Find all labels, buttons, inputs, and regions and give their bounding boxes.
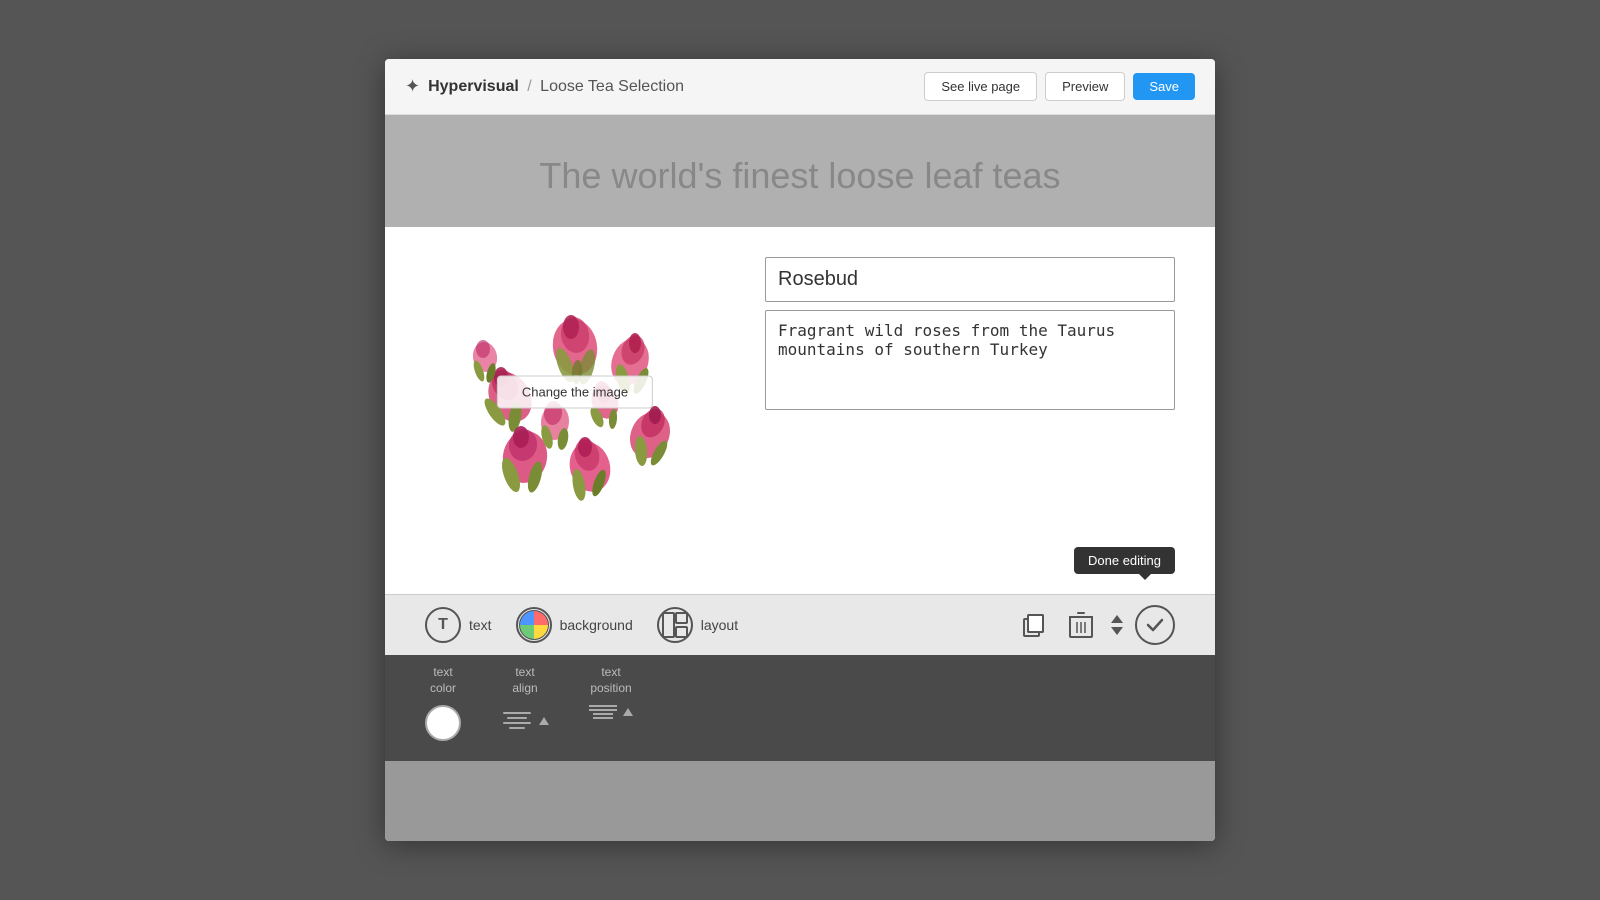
move-up-arrow[interactable] — [1111, 615, 1123, 623]
header-left: ✦ Hypervisual / Loose Tea Selection — [405, 76, 684, 97]
done-editing-row: Done editing — [425, 547, 1175, 574]
image-container: Change the image — [425, 257, 725, 527]
copy-button[interactable] — [1015, 607, 1051, 643]
move-down-arrow[interactable] — [1111, 627, 1123, 635]
logo-icon: ✦ — [405, 76, 420, 97]
product-row: Change the image Fragrant wild roses fro… — [425, 257, 1175, 527]
header-buttons: See live page Preview Save — [924, 72, 1195, 101]
position-up-button[interactable] — [623, 708, 633, 716]
layout-tool-icon — [657, 607, 693, 643]
text-tool-icon: T — [425, 607, 461, 643]
toolbar-layout-item[interactable]: layout — [657, 607, 738, 643]
position-icon[interactable] — [589, 705, 617, 719]
text-position-group — [589, 705, 633, 719]
text-align-label: textalign — [512, 665, 537, 696]
toolbar: T text background — [385, 594, 1215, 655]
hero-section: The world's finest loose leaf teas — [385, 115, 1215, 227]
app-name: Hypervisual — [428, 78, 519, 95]
text-position-label: textposition — [590, 665, 631, 696]
text-fields: Fragrant wild roses from the Taurus moun… — [765, 257, 1175, 410]
done-button[interactable] — [1135, 605, 1175, 645]
product-description-textarea[interactable]: Fragrant wild roses from the Taurus moun… — [765, 310, 1175, 410]
reorder-arrows[interactable] — [1111, 615, 1123, 635]
toolbar-text-item[interactable]: T text — [425, 607, 492, 643]
toolbar-right — [1015, 605, 1175, 645]
save-button[interactable]: Save — [1133, 73, 1195, 100]
page-name: Loose Tea Selection — [540, 78, 684, 95]
hero-title: The world's finest loose leaf teas — [405, 155, 1195, 197]
text-align-item: textalign — [501, 665, 549, 736]
sub-toolbar: textcolor textalign textposition — [385, 655, 1215, 760]
text-align-group — [501, 705, 549, 737]
header-title: Hypervisual / Loose Tea Selection — [428, 78, 684, 96]
product-title-input[interactable] — [765, 257, 1175, 302]
align-center-icon[interactable] — [501, 705, 533, 737]
bottom-area — [385, 761, 1215, 841]
background-tool-icon — [516, 607, 552, 643]
text-color-swatch[interactable] — [425, 705, 461, 741]
text-color-label: textcolor — [430, 665, 456, 696]
align-up-button[interactable] — [539, 717, 549, 725]
change-image-button[interactable]: Change the image — [497, 376, 653, 409]
see-live-page-button[interactable]: See live page — [924, 72, 1037, 101]
header: ✦ Hypervisual / Loose Tea Selection See … — [385, 59, 1215, 115]
toolbar-left: T text background — [425, 607, 738, 643]
text-color-item: textcolor — [425, 665, 461, 740]
toolbar-text-label: text — [469, 617, 492, 633]
separator: / — [527, 78, 531, 95]
done-editing-tooltip: Done editing — [1074, 547, 1175, 574]
content-section: Change the image Fragrant wild roses fro… — [385, 227, 1215, 594]
app-window: ✦ Hypervisual / Loose Tea Selection See … — [385, 59, 1215, 840]
preview-button[interactable]: Preview — [1045, 72, 1125, 101]
toolbar-background-item[interactable]: background — [516, 607, 633, 643]
toolbar-layout-label: layout — [701, 617, 738, 633]
toolbar-background-label: background — [560, 617, 633, 633]
text-position-item: textposition — [589, 665, 633, 718]
delete-button[interactable] — [1063, 607, 1099, 643]
